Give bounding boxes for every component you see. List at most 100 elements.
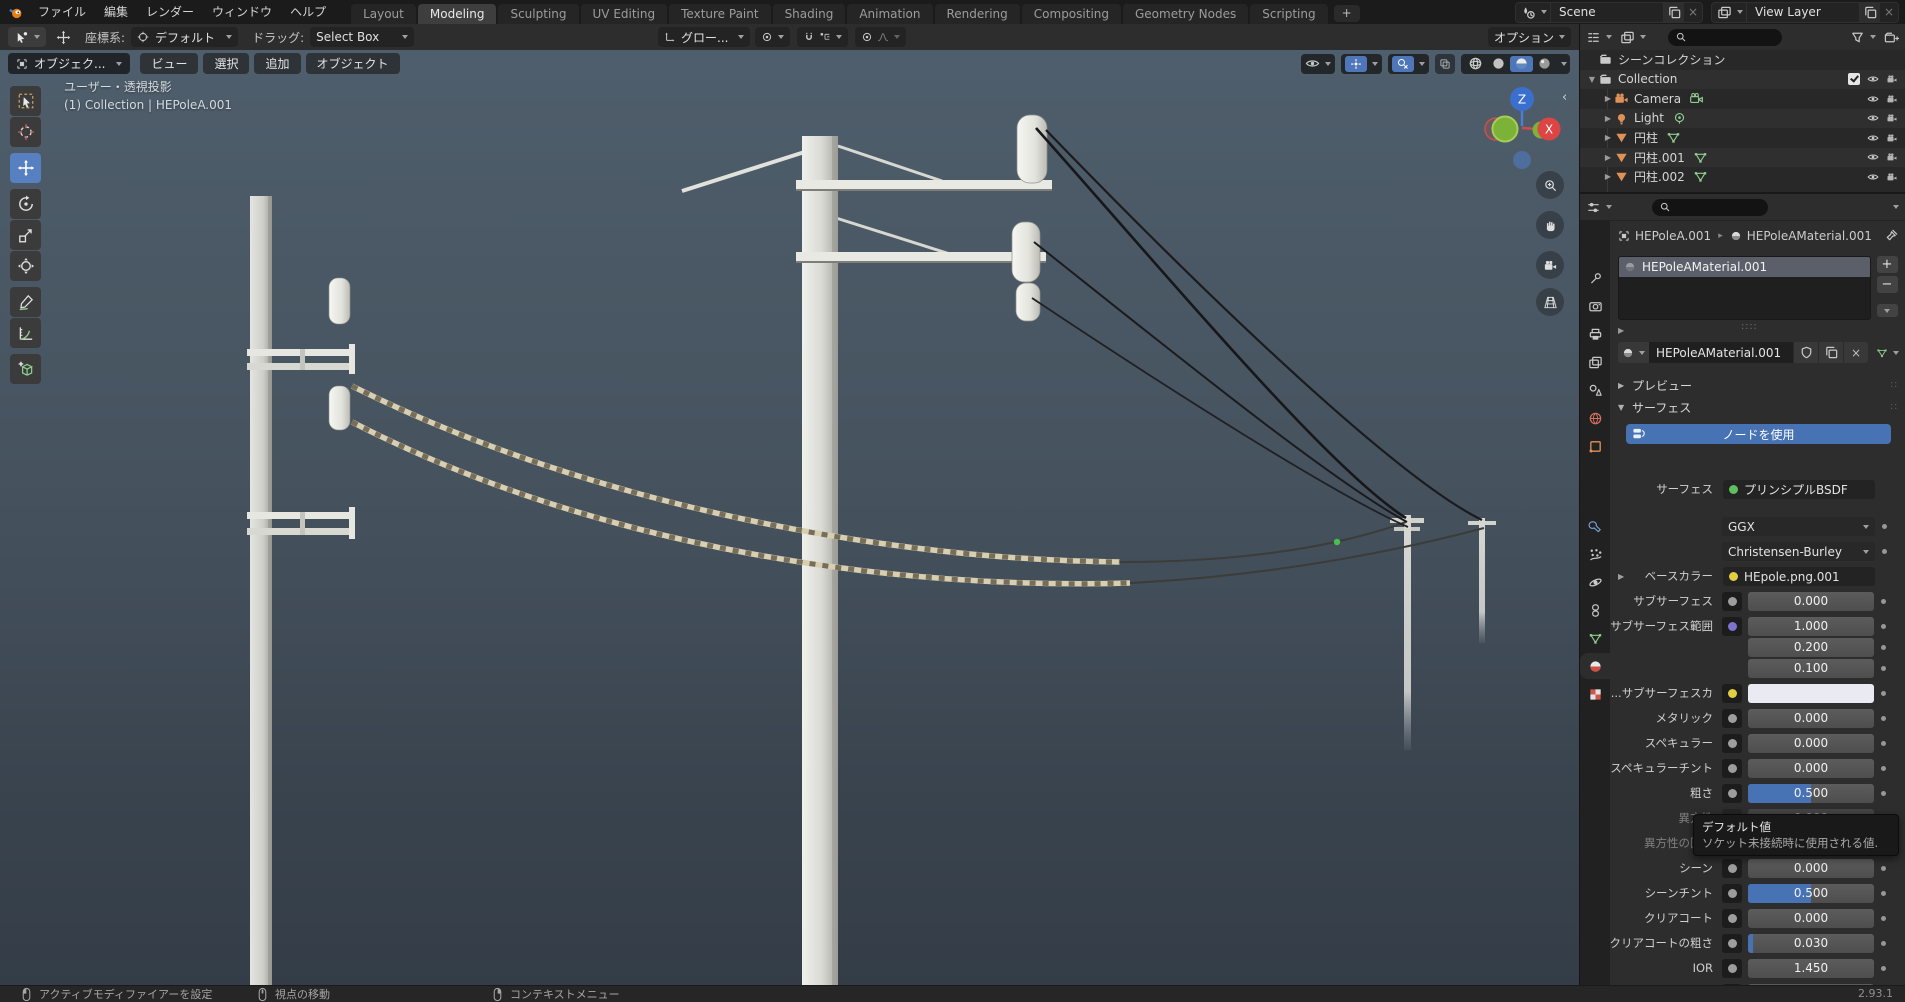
select-field[interactable]: Christensen-Burley: [1722, 542, 1875, 561]
outliner-row[interactable]: ▶ Camera: [1580, 89, 1905, 109]
workspace-tab-compositing[interactable]: Compositing: [1021, 4, 1121, 24]
node-socket[interactable]: [1722, 784, 1742, 803]
tab-tool[interactable]: [1580, 265, 1610, 291]
hide-render-toggle[interactable]: [1886, 132, 1898, 144]
outliner-row[interactable]: ▶ 円柱.002: [1580, 167, 1905, 187]
copy-material-button[interactable]: [1818, 342, 1843, 363]
property-slider[interactable]: 0.000: [1748, 909, 1874, 928]
snap-dropdown[interactable]: [797, 27, 849, 47]
socket-dot[interactable]: [1882, 549, 1887, 554]
tab-world[interactable]: [1580, 405, 1610, 431]
node-socket[interactable]: [1722, 734, 1742, 753]
socket-dot[interactable]: [1881, 916, 1886, 921]
socket-dot[interactable]: [1881, 691, 1886, 696]
tab-object[interactable]: [1580, 433, 1610, 459]
pin-icon[interactable]: [1884, 228, 1899, 243]
material-name-field[interactable]: HEPoleAMaterial.001: [1649, 342, 1793, 363]
measure-tool[interactable]: [10, 318, 41, 348]
breadcrumb-material[interactable]: HEPoleAMaterial.001: [1747, 229, 1872, 243]
color-swatch[interactable]: [1748, 684, 1874, 703]
workspace-tab-scripting[interactable]: Scripting: [1250, 4, 1328, 24]
outliner-row[interactable]: ▶ 円柱: [1580, 128, 1905, 148]
active-tool-dropdown[interactable]: [8, 27, 46, 47]
socket-dot[interactable]: [1881, 716, 1886, 721]
pivot-dropdown[interactable]: [755, 27, 791, 47]
socket-dot[interactable]: [1881, 599, 1886, 604]
gizmos-dropdown[interactable]: [1341, 53, 1382, 74]
options-dropdown[interactable]: オプション: [1488, 27, 1572, 47]
workspace-tab-shading[interactable]: Shading: [772, 4, 846, 24]
property-slider[interactable]: 0.000: [1748, 592, 1874, 611]
viewport-menu-item[interactable]: 追加: [254, 53, 301, 74]
expand-arrow[interactable]: ▶: [1618, 572, 1624, 581]
socket-dot[interactable]: [1881, 666, 1886, 671]
socket-dot[interactable]: [1881, 866, 1886, 871]
mode-dropdown[interactable]: オブジェク...: [8, 53, 131, 74]
workspace-tab-uv-editing[interactable]: UV Editing: [580, 4, 668, 24]
drag-mode-dropdown[interactable]: Select Box: [310, 27, 415, 47]
property-slider[interactable]: 0.030: [1748, 934, 1874, 953]
remove-view-layer-button[interactable]: ×: [1880, 5, 1898, 19]
tab-particles[interactable]: [1580, 541, 1610, 567]
proportional-edit-dropdown[interactable]: [855, 27, 907, 47]
use-nodes-button[interactable]: ノードを使用: [1626, 424, 1891, 444]
socket-dot[interactable]: [1881, 941, 1886, 946]
expand-arrow[interactable]: ▶: [1602, 153, 1614, 162]
properties-search[interactable]: [1652, 198, 1768, 216]
tab-constraints[interactable]: [1580, 597, 1610, 623]
fake-user-button[interactable]: [1793, 342, 1818, 363]
filter-icon[interactable]: [1850, 30, 1865, 45]
scale-tool[interactable]: [10, 220, 41, 250]
socket-dot[interactable]: [1881, 624, 1886, 629]
node-socket[interactable]: [1722, 909, 1742, 928]
new-scene-button[interactable]: [1663, 2, 1684, 22]
hide-render-toggle[interactable]: [1886, 151, 1898, 163]
outliner-row[interactable]: ▼ Collection: [1580, 69, 1905, 89]
vector-value-field[interactable]: 0.200: [1748, 638, 1874, 657]
viewport-menu-item[interactable]: オブジェクト: [305, 53, 400, 74]
material-slot-list[interactable]: HEPoleAMaterial.001: [1618, 256, 1871, 320]
workspace-tab-modeling[interactable]: Modeling: [417, 4, 497, 24]
panel-surface[interactable]: ▼ サーフェス ∷: [1618, 398, 1899, 416]
material-slot-active[interactable]: HEPoleAMaterial.001: [1619, 257, 1870, 277]
menubar-item[interactable]: 編集: [95, 0, 137, 24]
socket-dot[interactable]: [1881, 741, 1886, 746]
workspace-tab-animation[interactable]: Animation: [847, 4, 933, 24]
new-collection-icon[interactable]: [1884, 30, 1899, 45]
tab-output[interactable]: [1580, 321, 1610, 347]
pan-button[interactable]: [1536, 211, 1564, 239]
tab-modifiers[interactable]: [1580, 513, 1610, 539]
node-socket[interactable]: [1722, 684, 1742, 703]
remove-slot-button[interactable]: −: [1876, 276, 1898, 293]
unlink-material-button[interactable]: ×: [1843, 342, 1868, 363]
property-slider[interactable]: 0.000: [1748, 709, 1874, 728]
menubar-item[interactable]: ファイル: [29, 0, 95, 24]
annotate-tool[interactable]: [10, 287, 41, 317]
properties-header-chevron[interactable]: [1893, 205, 1899, 209]
move-tool-icon[interactable]: [56, 30, 71, 45]
hide-render-toggle[interactable]: [1886, 171, 1898, 183]
property-slider[interactable]: 0.500: [1748, 784, 1874, 803]
workspace-tab-sculpting[interactable]: Sculpting: [498, 4, 579, 24]
camera-view-button[interactable]: [1536, 251, 1564, 279]
viewport-3d[interactable]: オブジェク... ビュー 選択 追加 オブジェクト ユーザー・透視投影 (1) …: [0, 50, 1580, 986]
unlink-scene-button[interactable]: ×: [1684, 5, 1702, 19]
add-slot-button[interactable]: +: [1876, 256, 1898, 273]
property-slider[interactable]: 0.000: [1748, 859, 1874, 878]
shading-solid-button[interactable]: [1487, 56, 1510, 72]
node-socket[interactable]: [1722, 959, 1742, 978]
hide-viewport-toggle[interactable]: [1867, 151, 1879, 163]
view-layer-selector[interactable]: View Layer ×: [1711, 1, 1899, 23]
property-slider[interactable]: 0.500: [1748, 884, 1874, 903]
outliner-search-input[interactable]: [1687, 28, 1775, 46]
tab-physics[interactable]: [1580, 569, 1610, 595]
hide-render-toggle[interactable]: [1886, 112, 1898, 124]
workspace-tab-geometry-nodes[interactable]: Geometry Nodes: [1123, 4, 1249, 24]
expand-arrow[interactable]: ▶: [1602, 114, 1614, 123]
shading-wireframe-button[interactable]: [1464, 56, 1487, 72]
hide-viewport-toggle[interactable]: [1867, 132, 1879, 144]
transform-tool[interactable]: [10, 251, 41, 281]
display-mode-icon[interactable]: [1620, 30, 1635, 45]
workspace-tab-texture-paint[interactable]: Texture Paint: [669, 4, 771, 24]
link-filter-dropdown[interactable]: [1876, 347, 1899, 359]
